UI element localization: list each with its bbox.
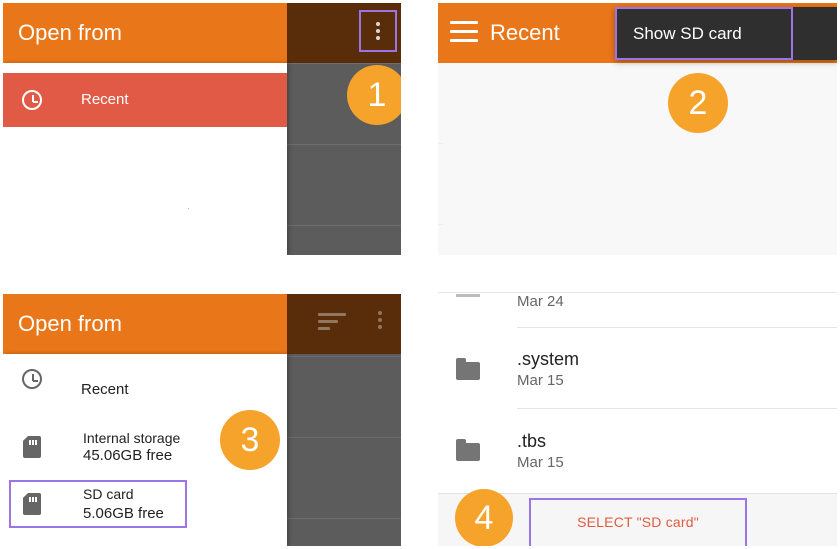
navigation-drawer: Recent: [3, 63, 287, 255]
scrim-row-divider: [287, 225, 401, 226]
panel-open-from-menu: Open from Recent 1: [3, 3, 401, 255]
drawer-item-label: Recent: [81, 91, 129, 108]
file-date: Mar 15: [517, 454, 564, 471]
scrim-row-divider: [287, 518, 401, 519]
bottom-action-bar: 4 SELECT "SD card": [438, 489, 837, 546]
scrim-row-divider: [287, 144, 401, 145]
file-date: Mar 24: [517, 293, 564, 310]
drawer-scrim[interactable]: [287, 294, 401, 546]
page-title: Open from: [18, 20, 122, 45]
file-name: .tbs: [517, 431, 547, 451]
panel-show-sd-card: Recent Show SD card 2: [438, 3, 837, 255]
row-divider: [517, 408, 837, 409]
divider-fragment: [188, 208, 189, 209]
scrim-row-divider: [287, 63, 401, 64]
drawer-item-recent[interactable]: Recent: [3, 73, 287, 127]
clock-icon: [22, 369, 42, 389]
drawer-item-sd-card[interactable]: SD card 5.06GB free: [3, 475, 287, 528]
row-divider: [517, 327, 837, 328]
menu-icon[interactable]: [450, 21, 478, 43]
storage-name: Internal storage: [83, 430, 181, 446]
file-row-tbs[interactable]: .tbs Mar 15: [438, 414, 837, 482]
more-vert-icon: [376, 22, 380, 26]
overflow-popup-menu: Show SD card: [615, 7, 837, 60]
drawer-item-recent[interactable]: Recent: [3, 354, 287, 406]
folder-icon: [456, 358, 480, 380]
select-sd-card-label: SELECT "SD card": [577, 514, 699, 530]
panel-select-sd-card: Mar 24 .system Mar 15 .tbs Mar 15 4 SELE…: [438, 292, 837, 546]
scrim-row-divider: [287, 437, 401, 438]
show-sd-card-menu-item[interactable]: Show SD card: [633, 25, 742, 42]
sort-icon: [318, 313, 346, 331]
step-badge: 3: [220, 410, 280, 470]
overflow-menu-button[interactable]: [359, 10, 397, 52]
storage-name: SD card: [83, 486, 134, 502]
sd-card-icon: [23, 493, 41, 515]
select-sd-card-button[interactable]: SELECT "SD card": [529, 498, 747, 546]
more-vert-icon: [376, 29, 380, 33]
content-divider: [438, 143, 443, 144]
file-name: .system: [517, 349, 580, 369]
page-title: Recent: [490, 20, 560, 45]
clock-icon: [22, 90, 42, 110]
sd-card-icon: [23, 436, 41, 458]
panel-storage-drawer: Open from Recent Internal storage 45.06G…: [3, 294, 401, 546]
drawer-item-label: Recent: [81, 381, 129, 398]
page-title: Open from: [18, 311, 122, 336]
storage-free-space: 5.06GB free: [83, 505, 164, 522]
more-vert-icon: [376, 36, 380, 40]
content-divider: [438, 224, 443, 225]
file-row-system[interactable]: .system Mar 15: [438, 333, 837, 401]
file-date: Mar 15: [517, 372, 564, 389]
step-badge: 4: [455, 489, 513, 546]
scrim-row-divider: [287, 356, 401, 357]
more-vert-icon: [376, 311, 384, 335]
storage-free-space: 45.06GB free: [83, 447, 173, 464]
step-badge: 2: [668, 73, 728, 133]
step-badge: 1: [347, 65, 401, 125]
folder-icon: [456, 439, 480, 461]
folder-icon: [456, 294, 480, 297]
file-row-partial[interactable]: Mar 24: [438, 292, 837, 326]
